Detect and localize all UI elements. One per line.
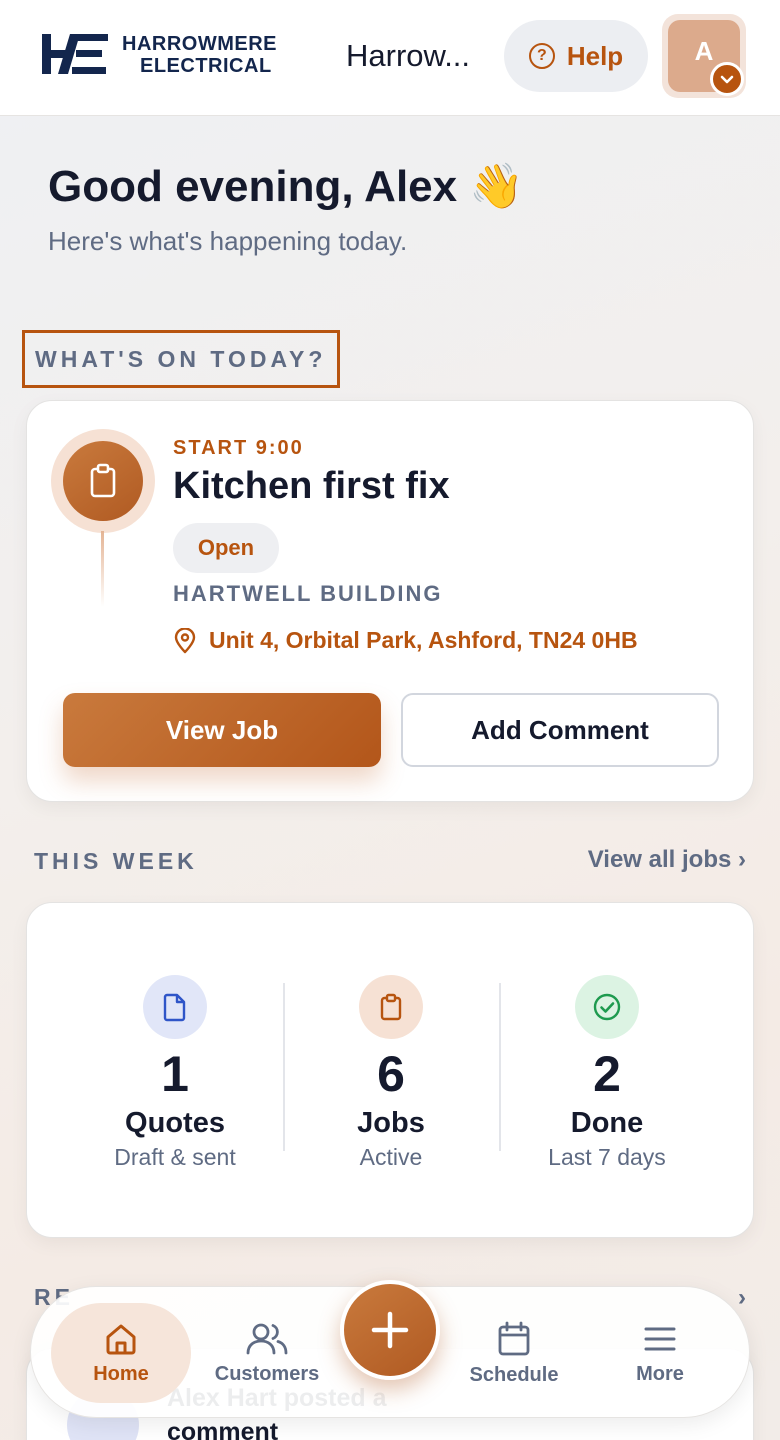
nav-schedule-label: Schedule [469,1363,559,1386]
account-menu[interactable]: A [662,14,746,98]
recent-view-all-link[interactable]: › [738,1284,746,1312]
today-job-card[interactable]: START 9:00 Kitchen first fix Open HARTWE… [26,400,754,802]
brand-line-2: ELECTRICAL [140,55,272,77]
job-status-badge: Open [173,523,279,573]
timeline-connector [101,531,104,607]
job-address[interactable]: Unit 4, Orbital Park, Ashford, TN24 0HB [173,627,638,654]
document-icon [143,975,207,1039]
nav-customers[interactable]: Customers [197,1303,337,1403]
jobs-sublabel: Active [359,1144,423,1170]
job-client-name: HARTWELL BUILDING [173,581,443,606]
calendar-icon [498,1321,530,1355]
help-button[interactable]: ? Help [504,20,648,92]
done-label: Done [570,1107,644,1139]
nav-more[interactable]: More [590,1303,730,1403]
view-job-button[interactable]: View Job [63,693,381,767]
nav-schedule[interactable]: Schedule [444,1303,584,1403]
help-label: Help [566,40,624,71]
week-section-label: THIS WEEK [34,848,198,874]
done-sublabel: Last 7 days [548,1144,666,1170]
map-pin-icon [174,627,196,653]
clipboard-icon [63,441,143,521]
jobs-count: 6 [377,1046,405,1102]
menu-icon [644,1327,676,1350]
nav-home-label: Home [93,1362,149,1385]
clipboard-icon [359,975,423,1039]
company-switcher[interactable]: Harrow... [346,38,486,74]
brand-line-1: HARROWMERE [122,33,277,55]
app-header: HARROWMERE ELECTRICAL Harrow... ? Help A [0,0,780,116]
jobs-label: Jobs [357,1107,425,1139]
job-start-time: START 9:00 [173,437,304,459]
home-icon [106,1324,136,1354]
today-section-label: WHAT'S ON TODAY? [22,330,340,388]
done-count: 2 [593,1046,621,1102]
done-stat[interactable]: 2 Done Last 7 days [499,975,715,1171]
quotes-label: Quotes [125,1107,225,1139]
question-circle-icon: ? [528,43,555,69]
week-summary-card: 1 Quotes Draft & sent 6 Jobs Active 2 Do… [26,902,754,1238]
brand-wordmark: HARROWMERE ELECTRICAL [122,33,312,77]
greeting-subtitle: Here's what's happening today. [48,226,408,256]
nav-customers-label: Customers [214,1362,320,1385]
harrowmere-logo[interactable] [40,30,112,78]
plus-icon [371,1311,409,1349]
job-address-text: Unit 4, Orbital Park, Ashford, TN24 0HB [209,627,638,653]
check-circle-icon [575,975,639,1039]
create-new-button[interactable] [340,1280,440,1380]
quotes-count: 1 [161,1046,189,1102]
add-comment-button[interactable]: Add Comment [401,693,719,767]
today-section-text: WHAT'S ON TODAY? [35,345,327,372]
nav-home[interactable]: Home [51,1303,191,1403]
view-all-jobs-link[interactable]: View all jobs › [588,846,746,874]
users-icon [246,1323,288,1354]
jobs-stat[interactable]: 6 Jobs Active [283,975,499,1171]
quotes-sublabel: Draft & sent [114,1144,236,1170]
nav-more-label: More [636,1362,684,1385]
quotes-stat[interactable]: 1 Quotes Draft & sent [67,975,283,1171]
greeting-title: Good evening, Alex 👋 [48,162,525,211]
chevron-down-icon [710,62,744,96]
job-title[interactable]: Kitchen first fix [173,465,450,508]
